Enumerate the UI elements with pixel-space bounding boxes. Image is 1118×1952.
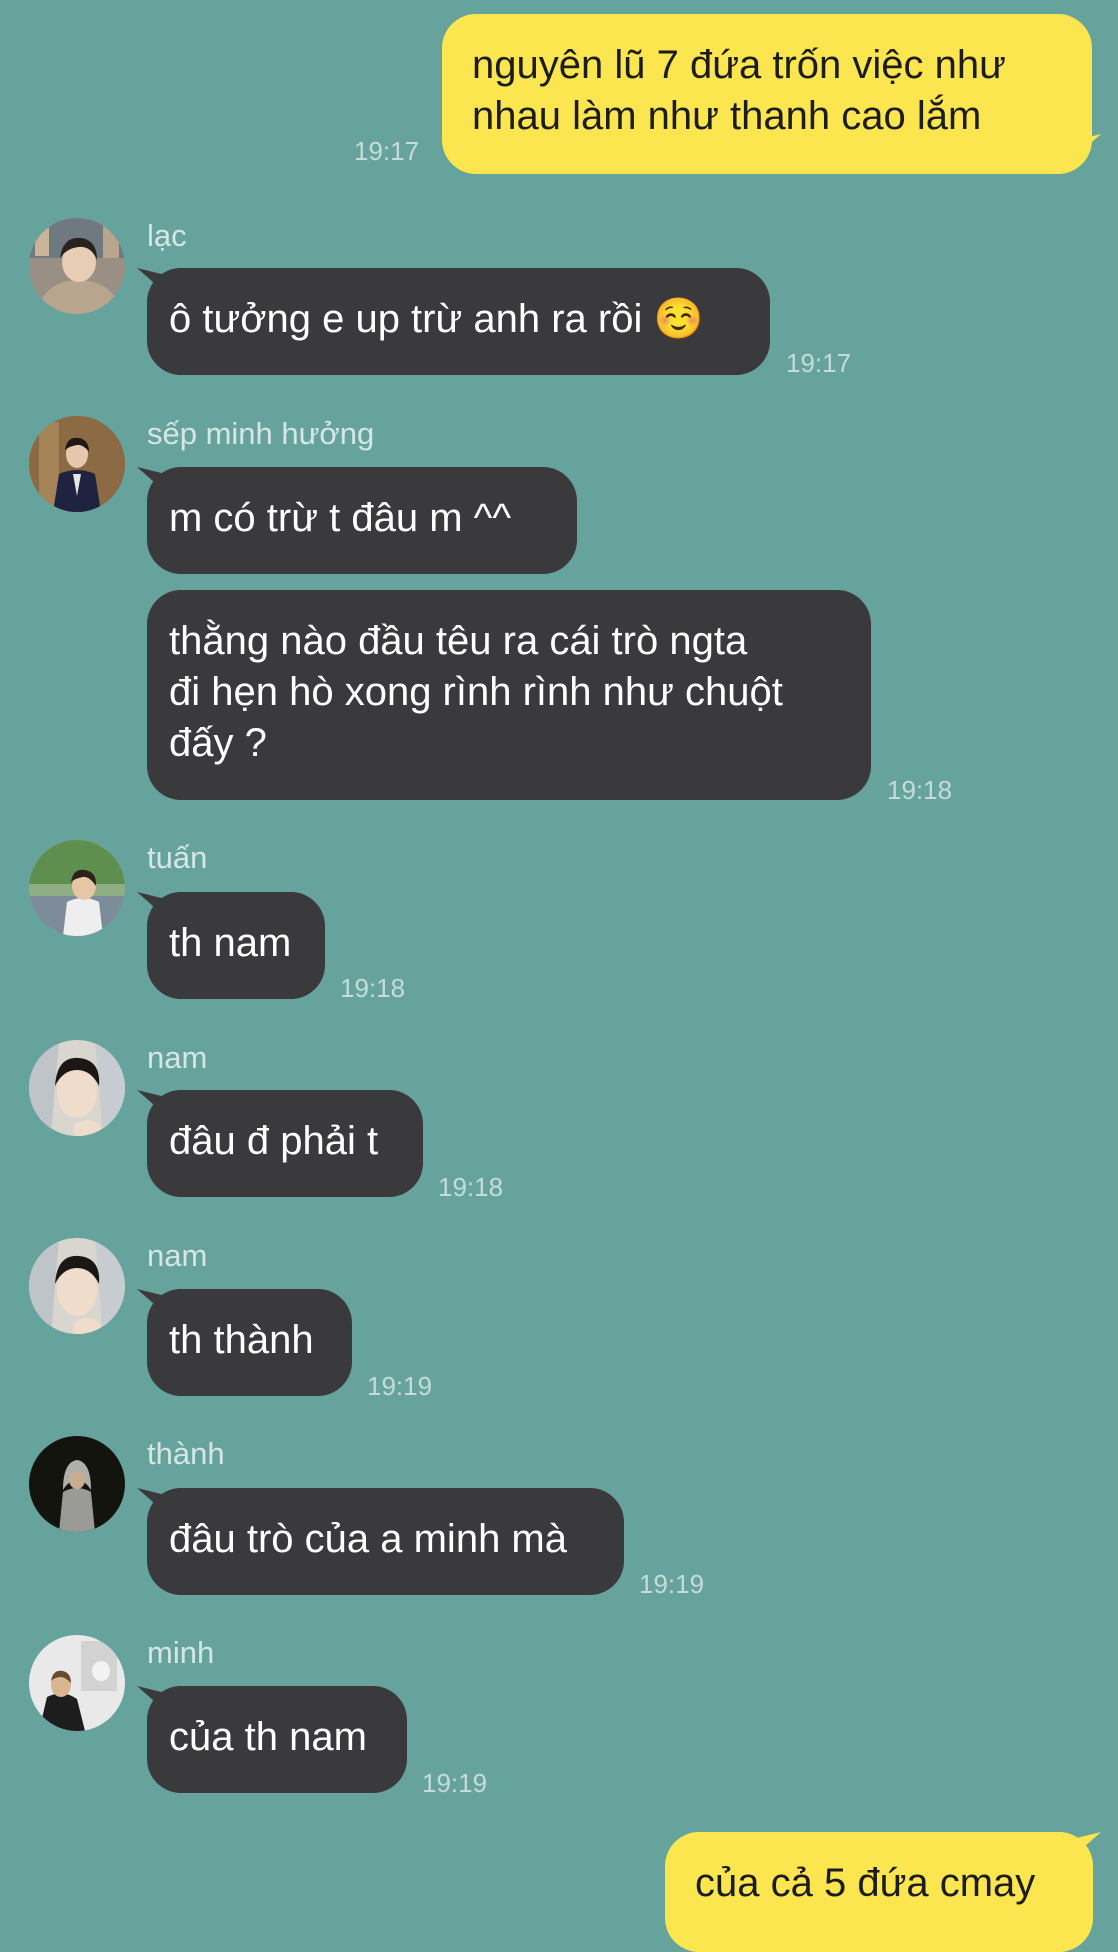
sender-name: lạc <box>147 218 187 253</box>
avatar-tuan[interactable] <box>29 840 125 936</box>
message-timestamp: 19:18 <box>438 1172 504 1202</box>
message-timestamp: 19:18 <box>887 775 953 805</box>
sender-name: sếp minh hưởng <box>147 416 375 451</box>
message-bubble[interactable]: của th nam <box>147 1686 407 1793</box>
message-bubble[interactable]: thằng nào đầu têu ra cái trò ngta đi hẹn… <box>147 590 871 800</box>
sender-name: thành <box>147 1436 225 1471</box>
message-bubble[interactable]: đâu trò của a minh mà <box>147 1488 624 1595</box>
avatar-lac[interactable] <box>29 218 125 314</box>
sender-name: minh <box>147 1635 215 1670</box>
message-timestamp: 19:19 <box>367 1371 433 1401</box>
message-timestamp: 19:18 <box>340 973 406 1003</box>
message-timestamp: 19:17 <box>354 136 420 166</box>
message-timestamp: 19:19 <box>422 1768 488 1798</box>
message-bubble[interactable]: của cả 5 đứa cmay <box>665 1832 1093 1952</box>
message-timestamp: 19:17 <box>786 348 852 378</box>
avatar-sep-minh-huong[interactable] <box>29 416 125 512</box>
message-bubble[interactable]: th thành <box>147 1289 352 1396</box>
avatar-nam[interactable] <box>29 1238 125 1334</box>
sender-name: tuấn <box>147 840 208 875</box>
sender-name: nam <box>147 1040 208 1075</box>
sender-name: nam <box>147 1238 208 1273</box>
avatar-thanh[interactable] <box>29 1436 125 1532</box>
message-bubble[interactable]: đâu đ phải t <box>147 1090 423 1197</box>
message-bubble[interactable]: nguyên lũ 7 đứa trốn việc như nhau làm n… <box>442 14 1092 174</box>
message-bubble[interactable]: th nam <box>147 892 325 999</box>
chat-message-list[interactable]: nguyên lũ 7 đứa trốn việc như nhau làm n… <box>0 0 1118 1952</box>
avatar-minh[interactable] <box>29 1635 125 1731</box>
avatar-nam[interactable] <box>29 1040 125 1136</box>
message-bubble[interactable]: ô tưởng e up trừ anh ra rồi ☺️ <box>147 268 770 375</box>
message-bubble[interactable]: m có trừ t đâu m ^^ <box>147 467 577 574</box>
message-timestamp: 19:19 <box>639 1569 705 1599</box>
